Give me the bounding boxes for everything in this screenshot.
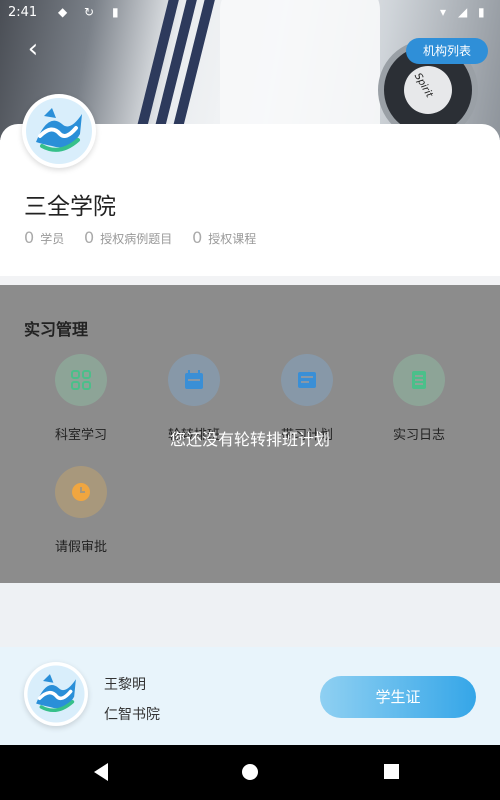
empty-schedule-toast: 您还没有轮转排班计划 [169,430,330,449]
notebook-icon [393,354,445,406]
feature-leave-approval[interactable]: 请假审批 [31,466,131,555]
status-time: 2:41 [8,5,38,20]
battery-icon: ▮ [478,5,485,19]
plan-icon [281,354,333,406]
calendar-icon [168,354,220,406]
student-card-button[interactable]: 学生证 [320,676,476,718]
nav-home-icon[interactable] [242,764,258,780]
clock-icon [55,466,107,518]
stat-students-value: 0 [24,228,35,247]
institution-stats: 0 学员 0 授权病例题目 0 授权课程 [24,228,272,247]
stat-courses-value: 0 [192,228,203,247]
back-button[interactable]: ‹ [18,34,48,64]
nav-back-icon[interactable] [94,763,108,781]
grid-icon [55,354,107,406]
institution-name: 三全学院 [24,194,116,220]
content-background [0,583,500,647]
stat-courses-label: 授权课程 [208,232,257,246]
nav-recents-icon[interactable] [384,764,399,779]
user-avatar [24,662,88,726]
practice-section-title: 实习管理 [24,320,89,339]
sd-card-icon: ▮ [112,5,119,19]
system-nav-bar [0,745,500,800]
wifi-icon: ▾ [440,5,447,19]
shield-icon: ◆ [58,5,68,19]
org-list-button[interactable]: 机构列表 [406,38,488,64]
stat-cases-label: 授权病例题目 [100,232,173,246]
chevron-left-icon: ‹ [27,34,39,64]
user-school: 仁智书院 [104,707,160,723]
status-bar: 2:41 ◆ ↻ ▮ ▾ ◢ ▮ [0,0,500,26]
stat-cases-value: 0 [84,228,95,247]
institution-logo [22,94,96,168]
signal-icon: ◢ [458,5,468,19]
user-name: 王黎明 [104,677,146,693]
sync-icon: ↻ [84,5,95,19]
feature-label: 请假审批 [54,540,107,555]
stat-students-label: 学员 [40,232,65,246]
